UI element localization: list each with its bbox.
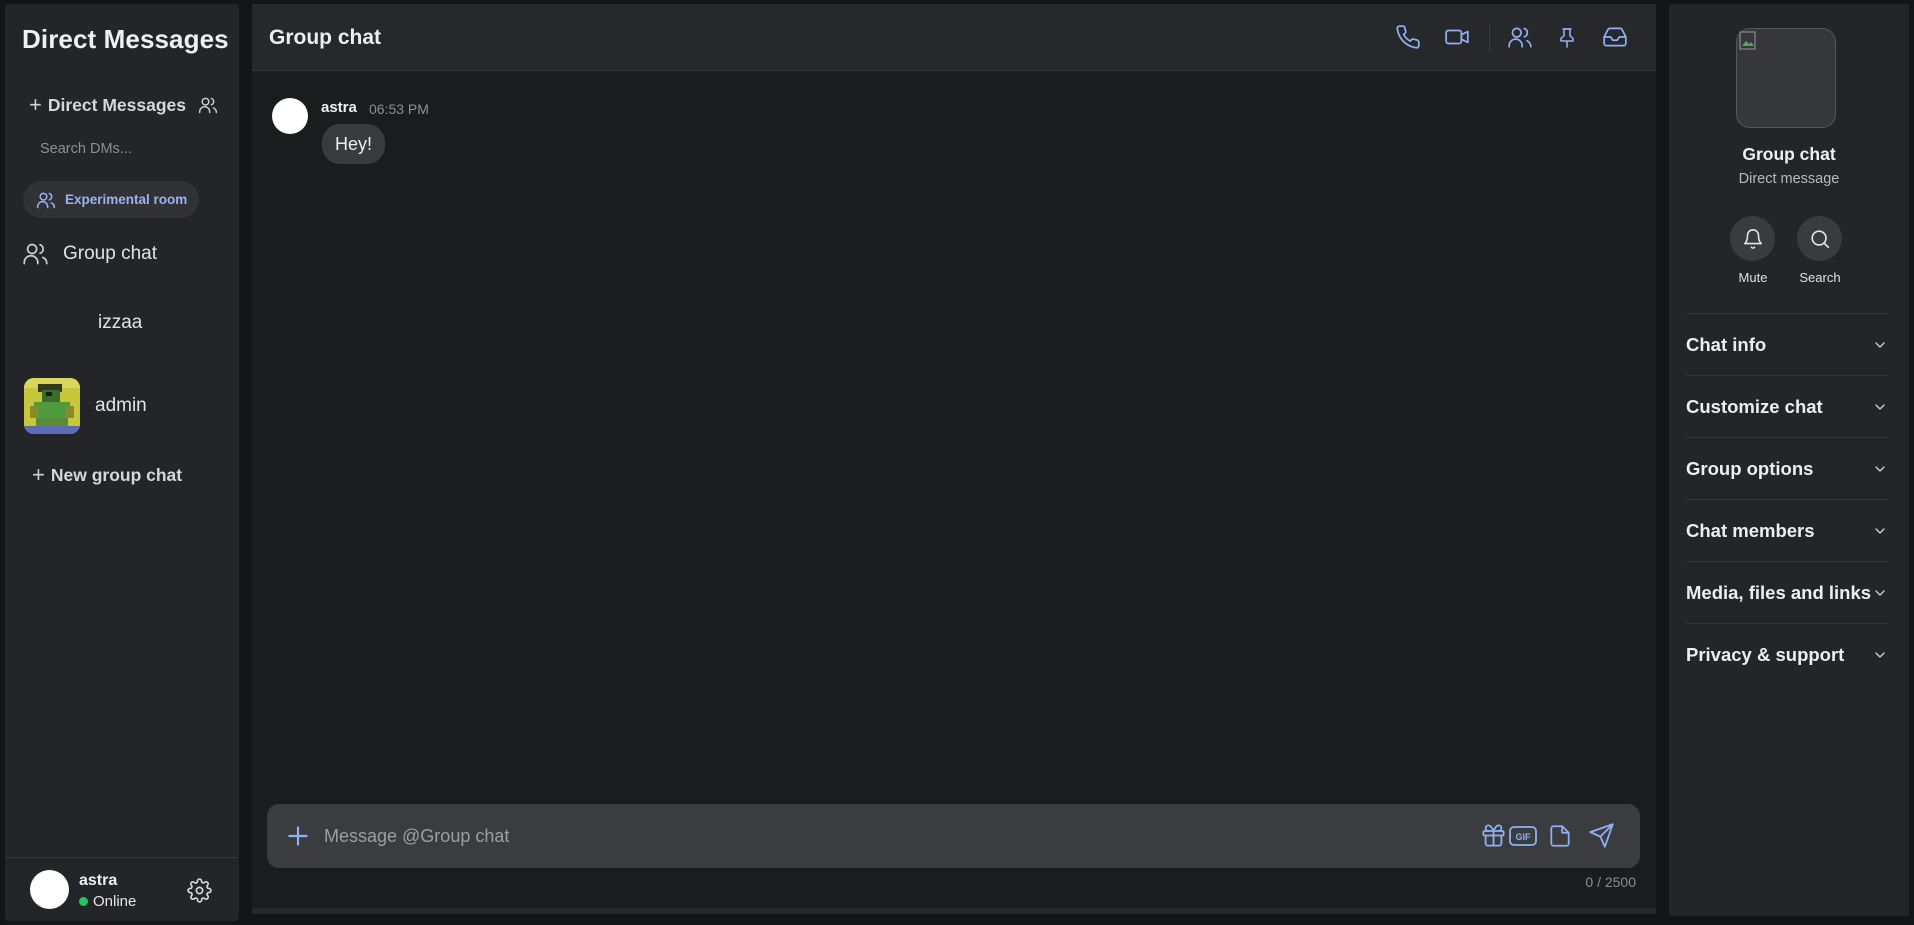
users-icon [36, 190, 56, 210]
chevron-down-icon [1875, 465, 1885, 472]
users-icon [22, 240, 49, 267]
online-status-dot [79, 897, 88, 906]
app-window: Direct Messages + Direct Messages Experi… [0, 0, 1914, 925]
user-panel: astra Online [5, 857, 239, 921]
message-input[interactable] [324, 816, 1424, 856]
members-icon[interactable] [1507, 24, 1535, 52]
inbox-icon[interactable] [1602, 24, 1630, 52]
section-customize-chat[interactable]: Customize chat [1686, 375, 1888, 437]
mute-button[interactable]: Mute [1730, 216, 1776, 285]
gear-icon[interactable] [187, 878, 212, 903]
user-status: Online [79, 893, 136, 910]
gift-icon[interactable] [1480, 822, 1508, 850]
video-icon[interactable] [1443, 24, 1471, 52]
chevron-down-icon [1875, 527, 1885, 534]
message-bubble: Hey! [322, 124, 386, 164]
file-icon[interactable] [1547, 822, 1575, 850]
group-image[interactable] [1736, 28, 1836, 128]
chevron-down-icon [1875, 589, 1885, 596]
new-dm-label: Direct Messages [47, 94, 186, 115]
section-privacy-support[interactable]: Privacy & support [1686, 623, 1888, 685]
gif-icon[interactable]: GIF [1508, 822, 1538, 850]
chevron-down-icon [1875, 403, 1885, 410]
phone-icon[interactable] [1395, 24, 1423, 52]
message-timestamp: 06:53 PM [369, 101, 429, 117]
header-divider [1489, 24, 1490, 52]
sidebar-item-group-chat[interactable]: Group chat [22, 240, 157, 267]
experimental-room-chip[interactable]: Experimental room [23, 181, 200, 218]
search-label: Search [1799, 270, 1841, 285]
section-label: Chat members [1686, 519, 1815, 541]
send-icon[interactable] [1588, 822, 1616, 850]
sidebar-item-label: admin [95, 395, 147, 416]
sidebar-item-admin[interactable]: admin [24, 378, 147, 434]
message-author[interactable]: astra [321, 99, 357, 116]
chat-header: Group chat [252, 4, 1656, 71]
section-media-files-links[interactable]: Media, files and links [1686, 561, 1888, 623]
chevron-down-icon [1875, 651, 1885, 658]
sidebar-title: Direct Messages [22, 24, 229, 54]
new-group-chat-label: New group chat [50, 464, 183, 485]
plus-icon[interactable] [285, 823, 311, 849]
section-chat-members[interactable]: Chat members [1686, 499, 1888, 561]
section-label: Customize chat [1686, 395, 1823, 417]
chat-bottom-bar [252, 908, 1656, 914]
search-button[interactable]: Search [1797, 216, 1843, 285]
chat-details-panel: Group chat Direct message Mute Search Ch… [1669, 4, 1909, 916]
chat-title: Group chat [269, 26, 382, 49]
new-group-chat-button[interactable]: + New group chat [32, 464, 182, 486]
plus-icon: + [29, 92, 42, 117]
sidebar-item-label: Group chat [63, 242, 157, 264]
pin-icon[interactable] [1555, 24, 1583, 52]
section-label: Privacy & support [1686, 643, 1845, 665]
avatar[interactable] [30, 870, 69, 909]
search-icon [1797, 216, 1842, 261]
sidebar-item-label: izzaa [98, 312, 143, 333]
section-group-options[interactable]: Group options [1686, 437, 1888, 499]
plus-icon: + [32, 462, 45, 487]
bell-icon [1730, 216, 1775, 261]
panel-subtitle: Direct message [1738, 171, 1840, 187]
section-chat-info[interactable]: Chat info [1686, 313, 1888, 375]
new-direct-message-button[interactable]: + Direct Messages [29, 94, 218, 116]
search-dms-input[interactable] [40, 141, 230, 157]
user-status-text: Online [93, 893, 137, 910]
users-icon [198, 95, 218, 115]
sidebar: Direct Messages + Direct Messages Experi… [5, 4, 239, 921]
avatar[interactable] [272, 98, 308, 134]
panel-title: Group chat [1742, 144, 1836, 164]
section-label: Media, files and links [1686, 581, 1872, 603]
section-label: Chat info [1686, 333, 1767, 355]
character-counter: 0 / 2500 [1585, 874, 1636, 890]
avatar [24, 378, 80, 434]
chat-area: Group chat astra 06:53 PM Hey! Message @… [252, 4, 1656, 914]
message-composer: GIF [267, 804, 1640, 868]
svg-text:GIF: GIF [1516, 832, 1532, 842]
chevron-down-icon [1875, 341, 1885, 348]
chip-label: Experimental room [65, 192, 188, 207]
sidebar-item-izzaa[interactable]: izzaa [98, 312, 142, 334]
mute-label: Mute [1738, 270, 1768, 285]
section-label: Group options [1686, 457, 1814, 479]
user-name: astra [79, 872, 118, 889]
